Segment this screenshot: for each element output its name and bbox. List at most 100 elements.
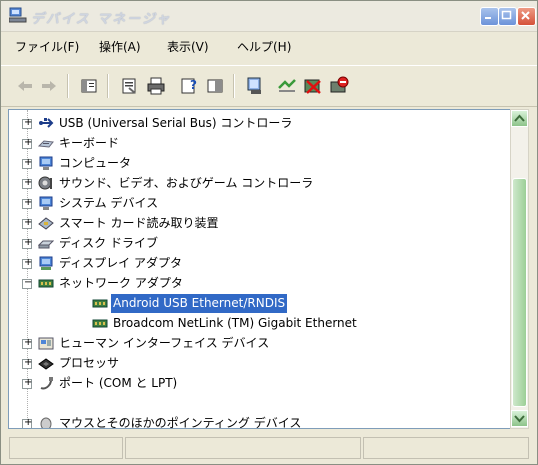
menu-action[interactable]: 操作(A) <box>99 38 141 55</box>
forward-arrow-icon[interactable] <box>39 76 59 96</box>
status-pane <box>9 437 123 459</box>
menu-bar: ファイル(F) 操作(A) 表示(V) ヘルプ(H) <box>1 34 537 56</box>
scroll-thumb[interactable] <box>512 178 527 407</box>
uninstall-icon[interactable] <box>303 76 323 96</box>
scroll-down-button[interactable] <box>511 410 528 427</box>
status-pane <box>125 437 361 459</box>
network-adapter-icon <box>38 279 54 288</box>
device-manager-icon <box>9 7 27 23</box>
computer-icon <box>39 156 53 170</box>
tree-item-label: ディスプレイ アダプタ <box>59 256 182 270</box>
menu-view[interactable]: 表示(V) <box>167 38 209 55</box>
tree-item-label: サウンド、ビデオ、およびゲーム コントローラ <box>59 176 314 190</box>
usb-icon <box>39 118 54 128</box>
tree-item-label: キーボード <box>59 136 120 150</box>
tree-item-label: マウスとそのほかのポインティング デバイス <box>59 416 302 429</box>
status-pane <box>363 437 529 459</box>
scroll-up-button[interactable] <box>511 110 528 127</box>
tree-item-label: コンピュータ <box>59 156 132 170</box>
properties-icon[interactable] <box>119 76 139 96</box>
tree-item-mice[interactable]: + マウスとそのほかのポインティング デバイス <box>9 414 509 429</box>
tree-item-human-interface-devices[interactable]: + ヒューマン インターフェイス デバイス <box>9 334 509 353</box>
tree-item-ports[interactable]: + ポート (COM と LPT) <box>9 374 509 393</box>
tree-item-sound-video-game[interactable]: + サウンド、ビデオ、およびゲーム コントローラ <box>9 174 509 193</box>
tree-item-display-adapters[interactable]: + ディスプレイ アダプタ <box>9 254 509 273</box>
update-driver-icon[interactable] <box>277 76 297 96</box>
expand-toggle[interactable]: + <box>22 217 32 229</box>
window-title: デバイス マネージャ <box>31 12 172 27</box>
back-arrow-icon[interactable] <box>15 76 35 96</box>
expand-toggle[interactable]: + <box>22 417 32 428</box>
tree-item-system-devices[interactable]: + システム デバイス <box>9 194 509 213</box>
smart-card-icon <box>38 217 54 230</box>
minimize-button[interactable] <box>480 7 499 26</box>
tree-item-label: スマート カード読み取り装置 <box>59 216 219 230</box>
keyboard-icon <box>38 140 54 148</box>
port-icon <box>40 377 53 390</box>
tree-item-label: ヒューマン インターフェイス デバイス <box>59 336 270 350</box>
maximize-button[interactable] <box>498 7 517 26</box>
expand-toggle[interactable]: + <box>22 357 32 369</box>
expand-toggle[interactable]: + <box>22 257 32 269</box>
system-device-icon <box>39 196 53 210</box>
close-button[interactable] <box>517 7 536 26</box>
sound-icon <box>38 176 52 190</box>
tree-item-label: Broadcom NetLink (TM) Gigabit Ethernet <box>113 316 357 330</box>
toolbar: ? <box>1 65 537 107</box>
tree-item-processors[interactable]: + プロセッサ <box>9 354 509 373</box>
print-icon[interactable] <box>146 76 166 96</box>
tree-item-keyboards[interactable]: + キーボード <box>9 134 509 153</box>
console-icon[interactable] <box>205 76 225 96</box>
expand-toggle[interactable]: + <box>22 137 32 149</box>
tree-item-usb-controllers[interactable]: + USB (Universal Serial Bus) コントローラ <box>9 114 509 133</box>
tree-item-android-usb-ethernet[interactable]: Android USB Ethernet/RNDIS <box>9 294 509 313</box>
network-card-icon <box>92 299 108 308</box>
expand-toggle[interactable]: + <box>22 337 32 349</box>
expand-toggle[interactable]: + <box>22 377 32 389</box>
close-icon <box>521 11 530 20</box>
menu-file[interactable]: ファイル(F) <box>15 38 79 55</box>
tree-item-label: ネットワーク アダプタ <box>59 276 183 290</box>
svg-text:?: ? <box>190 78 197 92</box>
tree-item-computer[interactable]: + コンピュータ <box>9 154 509 173</box>
expand-toggle[interactable]: + <box>22 117 32 129</box>
expand-toggle[interactable]: + <box>22 197 32 209</box>
tree-item-label: ポート (COM と LPT) <box>59 376 178 390</box>
expand-toggle[interactable]: + <box>22 157 32 169</box>
tree-view-icon[interactable] <box>79 76 99 96</box>
status-bar <box>1 433 537 464</box>
expand-toggle[interactable]: + <box>22 177 32 189</box>
collapse-toggle[interactable]: − <box>22 277 32 289</box>
toolbar-separator <box>233 74 235 98</box>
toolbar-separator <box>67 74 69 98</box>
maximize-icon <box>501 10 512 20</box>
mouse-icon <box>40 417 52 428</box>
tree-item-label: ディスク ドライブ <box>59 236 158 250</box>
tree-item-label: システム デバイス <box>59 196 159 210</box>
tree-item-label-selected: Android USB Ethernet/RNDIS <box>111 294 288 313</box>
menu-help[interactable]: ヘルプ(H) <box>237 38 291 55</box>
tree-item-label: プロセッサ <box>59 356 120 370</box>
chevron-down-icon <box>514 415 525 423</box>
tree-item-broadcom-netlink[interactable]: Broadcom NetLink (TM) Gigabit Ethernet <box>9 314 509 333</box>
minimize-icon <box>485 17 491 19</box>
title-bar[interactable]: デバイス マネージャ <box>1 1 537 32</box>
help-icon[interactable]: ? <box>179 76 199 96</box>
device-manager-window: デバイス マネージャ ファイル(F) 操作(A) 表示(V) ヘルプ(H) ? <box>0 0 538 465</box>
toolbar-separator <box>107 74 109 98</box>
disable-device-icon[interactable] <box>329 76 349 96</box>
scan-hardware-icon[interactable] <box>245 76 265 96</box>
vertical-scrollbar[interactable] <box>510 109 529 429</box>
hid-icon <box>38 337 54 350</box>
tree-item-label: USB (Universal Serial Bus) コントローラ <box>59 116 293 130</box>
processor-icon <box>38 358 54 370</box>
tree-item-smart-card-readers[interactable]: + スマート カード読み取り装置 <box>9 214 509 233</box>
tree-item-network-adapters[interactable]: − ネットワーク アダプタ <box>9 274 509 293</box>
display-adapter-icon <box>39 256 53 270</box>
tree-item-disk-drives[interactable]: + ディスク ドライブ <box>9 234 509 253</box>
network-card-icon <box>92 319 108 328</box>
expand-toggle[interactable]: + <box>22 237 32 249</box>
device-tree[interactable]: + USB (Universal Serial Bus) コントローラ + キー… <box>8 109 511 429</box>
chevron-up-icon <box>514 114 525 122</box>
disk-drive-icon <box>38 240 54 249</box>
